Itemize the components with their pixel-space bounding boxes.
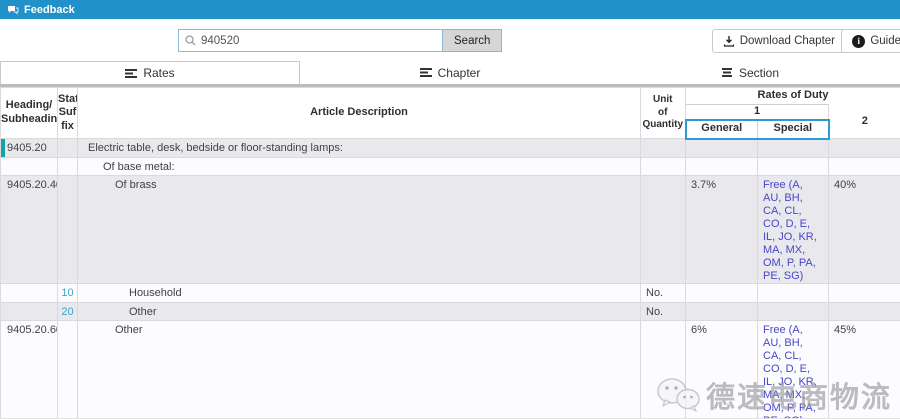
stat-suffix-cell [58, 321, 78, 419]
duty2-rate-cell: 45% [829, 321, 900, 419]
hts-rates-page: Feedback Search [0, 0, 900, 419]
unit-cell: No. [641, 284, 686, 303]
col-header-unit-of-quantity: Unit of Quantity [641, 88, 686, 139]
col-header-rates-of-duty: Rates of Duty [686, 88, 900, 105]
general-rate-cell: 3.7% [686, 176, 758, 284]
guide-label: Guide [870, 35, 900, 47]
tab-bar: Rates Chapter Section [0, 61, 900, 84]
tab-section[interactable]: Section [600, 61, 900, 84]
col-header-duty-2: 2 [829, 105, 900, 139]
list-icon [721, 68, 733, 77]
special-rate-cell: Free (A, AU, BH, CA, CL, CO, D, E, IL, J… [758, 321, 829, 419]
heading-cell: 9405.20.40 [1, 176, 58, 284]
top-bar: Feedback [0, 0, 900, 19]
general-rate-cell [686, 303, 758, 321]
tab-rates[interactable]: Rates [0, 61, 300, 84]
heading-cell [1, 284, 58, 303]
heading-cell [1, 158, 58, 176]
description-cell: Electric table, desk, bedside or floor-s… [78, 139, 641, 158]
feedback-button[interactable]: Feedback [7, 4, 75, 16]
unit-cell [641, 158, 686, 176]
description-cell: Of base metal: [78, 158, 641, 176]
general-rate-cell [686, 158, 758, 176]
heading-cell [1, 303, 58, 321]
tab-chapter[interactable]: Chapter [300, 61, 600, 84]
search-icon [185, 35, 196, 46]
list-icon [420, 68, 432, 77]
unit-cell [641, 139, 686, 158]
feedback-icon [7, 5, 19, 15]
general-rate-cell [686, 284, 758, 303]
stat-suffix-cell [58, 176, 78, 284]
table-header: Heading/ Subheading Stat Suf fix Article… [1, 88, 900, 139]
toolbar: Search Download Chapter i Guide [0, 19, 900, 61]
unit-cell [641, 176, 686, 284]
feedback-label: Feedback [24, 4, 75, 16]
table-row[interactable]: 9405.20 Electric table, desk, bedside or… [1, 139, 900, 158]
tab-chapter-label: Chapter [438, 66, 481, 80]
col-header-article-description: Article Description [78, 88, 641, 139]
unit-cell: No. [641, 303, 686, 321]
special-rate-cell: Free (A, AU, BH, CA, CL, CO, D, E, IL, J… [758, 176, 829, 284]
table-row[interactable]: 10 Household No. [1, 284, 900, 303]
heading-cell: 9405.20 [1, 139, 58, 158]
description-cell: Household [78, 284, 641, 303]
tab-rates-label: Rates [143, 66, 174, 80]
download-chapter-label: Download Chapter [740, 35, 835, 47]
special-rate-cell [758, 139, 829, 158]
special-rate-cell [758, 303, 829, 321]
search-group: Search [178, 29, 502, 52]
tariff-table: Heading/ Subheading Stat Suf fix Article… [0, 87, 900, 419]
download-icon [723, 35, 735, 47]
stat-suffix-cell [58, 139, 78, 158]
table-row[interactable]: 9405.20.40 Of brass 3.7% Free (A, AU, BH… [1, 176, 900, 284]
col-header-heading-subheading: Heading/ Subheading [1, 88, 58, 139]
col-header-stat-suffix: Stat Suf fix [58, 88, 78, 139]
stat-suffix-cell [58, 158, 78, 176]
description-cell: Other [78, 321, 641, 419]
col-header-general: General [686, 120, 758, 139]
general-rate-cell [686, 139, 758, 158]
unit-cell [641, 321, 686, 419]
stat-suffix-link[interactable]: 20 [58, 303, 78, 321]
col-header-duty-1: 1 [686, 105, 829, 120]
duty2-rate-cell [829, 139, 900, 158]
search-button[interactable]: Search [443, 29, 502, 52]
special-rate-cell [758, 158, 829, 176]
heading-cell: 9405.20.60 [1, 321, 58, 419]
description-cell: Of brass [78, 176, 641, 284]
table-row[interactable]: Of base metal: [1, 158, 900, 176]
list-icon [125, 69, 137, 78]
table-row[interactable]: 9405.20.60 Other 6% Free (A, AU, BH, CA,… [1, 321, 900, 419]
special-rate-cell [758, 284, 829, 303]
duty2-rate-cell [829, 284, 900, 303]
search-input[interactable] [201, 35, 436, 47]
tab-section-label: Section [739, 66, 779, 80]
table-row[interactable]: 20 Other No. [1, 303, 900, 321]
stat-suffix-link[interactable]: 10 [58, 284, 78, 303]
col-header-special: Special [758, 120, 829, 139]
download-chapter-button[interactable]: Download Chapter [712, 29, 846, 53]
duty2-rate-cell: 40% [829, 176, 900, 284]
search-box [178, 29, 443, 52]
duty2-rate-cell [829, 158, 900, 176]
info-icon: i [852, 35, 865, 48]
description-cell: Other [78, 303, 641, 321]
guide-button[interactable]: i Guide [841, 29, 900, 53]
duty2-rate-cell [829, 303, 900, 321]
general-rate-cell: 6% [686, 321, 758, 419]
